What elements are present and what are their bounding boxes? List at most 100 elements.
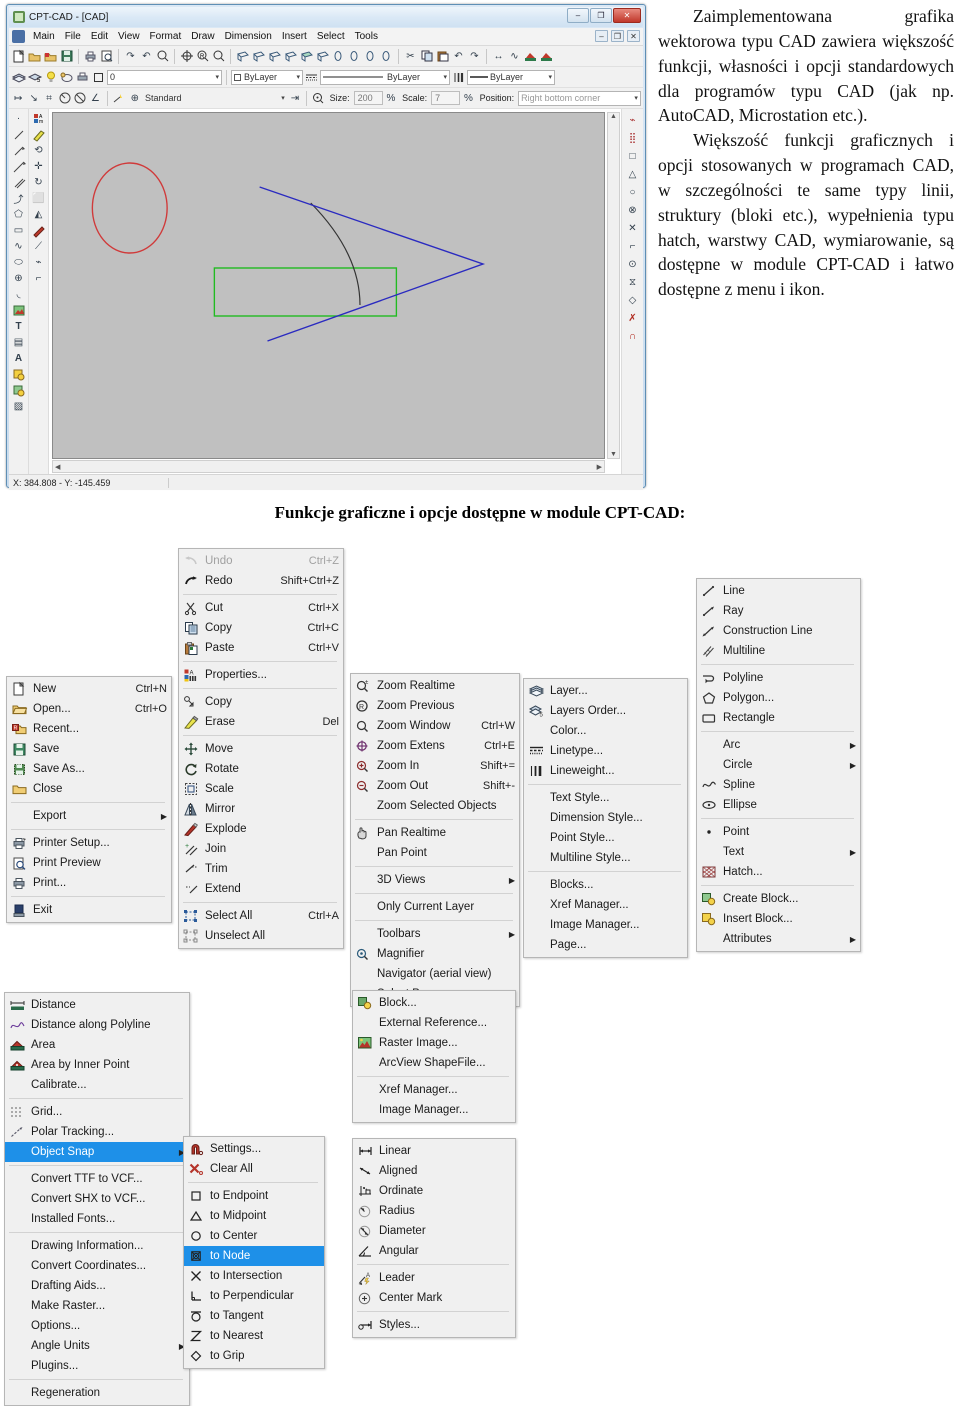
layers-order-icon[interactable]: 5 xyxy=(27,70,42,85)
menu-item-export[interactable]: Export ▶ xyxy=(7,806,171,826)
menu-view[interactable]: View xyxy=(113,29,145,44)
menu-item-to-intersection[interactable]: to Intersection xyxy=(184,1266,324,1286)
menu-item-blocks[interactable]: Blocks... xyxy=(524,875,687,895)
area-icon[interactable] xyxy=(523,49,538,64)
menu-item-point[interactable]: Point xyxy=(697,822,860,842)
menu-item-zoom-extens[interactable]: Zoom Extens Ctrl+E xyxy=(351,736,519,756)
menu-item-move[interactable]: Move xyxy=(179,739,343,759)
menu-item-rectangle[interactable]: Rectangle xyxy=(697,708,860,728)
new-file-icon[interactable] xyxy=(11,49,26,64)
menu-item-lineweight[interactable]: Lineweight... xyxy=(524,761,687,781)
menu-item-styles[interactable]: Styles... xyxy=(353,1315,515,1335)
menu-item-object-snap[interactable]: Object Snap ▶ xyxy=(5,1142,189,1162)
menu-item-print[interactable]: Print... xyxy=(7,873,171,893)
menu-item-dimension-style[interactable]: Dimension Style... xyxy=(524,808,687,828)
menu-item-options[interactable]: Options... xyxy=(5,1316,189,1336)
menu-item-magnifier[interactable]: Magnifier xyxy=(351,944,519,964)
menu-item-layer[interactable]: Layer... xyxy=(524,681,687,701)
menu-item-new[interactable]: New Ctrl+N xyxy=(7,679,171,699)
view-menu-panel[interactable]: ± Zoom Realtime R Zoom Previous Zoom Window C… xyxy=(350,673,520,1007)
snap-settings-icon[interactable]: ∩ xyxy=(625,329,640,344)
paste-icon[interactable] xyxy=(435,49,450,64)
recent-folder-icon[interactable] xyxy=(43,49,58,64)
menu-item-linetype[interactable]: Linetype... xyxy=(524,741,687,761)
rotate-icon[interactable]: ↻ xyxy=(31,175,47,190)
endpoint-icon[interactable]: □ xyxy=(625,149,640,164)
tools-menu-panel[interactable]: Distance Distance along Polyline Area Area … xyxy=(4,992,190,1406)
menu-item-extend[interactable]: Extend xyxy=(179,879,343,899)
ray-icon[interactable] xyxy=(11,143,27,158)
ellipse-arc-icon[interactable]: ⊕ xyxy=(11,271,27,286)
menu-item-join[interactable]: + Join xyxy=(179,839,343,859)
menu-item-grid[interactable]: Grid... xyxy=(5,1102,189,1122)
undo-arrow-icon[interactable]: ↶ xyxy=(451,49,466,64)
menu-item-scale[interactable]: Scale xyxy=(179,779,343,799)
menu-item-linear[interactable]: Linear xyxy=(353,1141,515,1161)
menu-item-area-by-inner-point[interactable]: Area by Inner Point xyxy=(5,1055,189,1075)
menu-file[interactable]: File xyxy=(60,29,86,44)
menu-item-text-style[interactable]: Text Style... xyxy=(524,788,687,808)
lineweight-combo[interactable]: ByLayer ▾ xyxy=(467,69,555,85)
color-combo[interactable]: ByLayer ▾ xyxy=(231,69,303,85)
menu-item-cut[interactable]: Cut Ctrl+X xyxy=(179,598,343,618)
intersection-icon[interactable]: ✕ xyxy=(625,221,640,236)
menu-item-explode[interactable]: Explode xyxy=(179,819,343,839)
menu-item-to-node[interactable]: to Node xyxy=(184,1246,324,1266)
menu-item-arc[interactable]: Arc ▶ xyxy=(697,735,860,755)
menu-select[interactable]: Select xyxy=(312,29,350,44)
properties-icon[interactable]: Am xyxy=(31,111,47,126)
save-disk-icon[interactable] xyxy=(59,49,74,64)
menu-item-copy[interactable]: Copy Ctrl+C xyxy=(179,618,343,638)
spline-icon[interactable]: ∿ xyxy=(11,239,27,254)
menu-item-image-manager[interactable]: Image Manager... xyxy=(524,915,687,935)
insert-block-icon[interactable] xyxy=(11,367,27,382)
menu-item-polygon[interactable]: Polygon... xyxy=(697,688,860,708)
drawing-canvas[interactable] xyxy=(52,112,605,459)
menu-item-diameter[interactable]: Diameter xyxy=(353,1221,515,1241)
dimension-menu-panel[interactable]: Linear Aligned Ordinate Radius Diameter Angul… xyxy=(352,1138,516,1338)
view-3d-icon-4[interactable] xyxy=(283,49,298,64)
menu-item-angle-units[interactable]: Angle Units ▶ xyxy=(5,1336,189,1356)
menu-item-convert-ttf-to-vcf[interactable]: Convert TTF to VCF... xyxy=(5,1169,189,1189)
edit-menu-panel[interactable]: Undo Ctrl+Z Redo Shift+Ctrl+Z Cut Ctrl+X Copy C… xyxy=(178,548,344,949)
raster-image-icon[interactable] xyxy=(11,303,27,318)
scroll-left-icon[interactable]: ◀ xyxy=(55,463,60,471)
angular-dim-icon[interactable]: ∠ xyxy=(88,91,102,106)
close-button[interactable]: ✕ xyxy=(613,8,641,23)
menu-item-save[interactable]: Save xyxy=(7,739,171,759)
menu-item-multiline[interactable]: Multiline xyxy=(697,641,860,661)
print-preview-icon[interactable] xyxy=(99,49,114,64)
menu-item-redo[interactable]: Redo Shift+Ctrl+Z xyxy=(179,571,343,591)
menu-insert[interactable]: Insert xyxy=(277,29,312,44)
menu-item-spline[interactable]: Spline xyxy=(697,775,860,795)
view-3d-icon-1[interactable] xyxy=(235,49,250,64)
menu-item-text[interactable]: Text ▶ xyxy=(697,842,860,862)
line-icon[interactable] xyxy=(11,127,27,142)
zoom-realtime-icon[interactable] xyxy=(211,49,226,64)
menu-item-to-center[interactable]: to Center xyxy=(184,1226,324,1246)
construction-line-icon[interactable] xyxy=(11,159,27,174)
explode-icon[interactable] xyxy=(31,223,47,238)
layer-on-bulb-icon[interactable] xyxy=(43,70,58,85)
menu-item-construction-line[interactable]: Construction Line xyxy=(697,621,860,641)
multiline-icon[interactable] xyxy=(11,175,27,190)
draw-menu-panel[interactable]: Line Ray Construction Line Multiline Polylin… xyxy=(696,578,861,952)
view-3d-icon-3[interactable] xyxy=(267,49,282,64)
menu-item-drafting-aids[interactable]: Drafting Aids... xyxy=(5,1276,189,1296)
menu-item-open[interactable]: Open... Ctrl+O xyxy=(7,699,171,719)
create-block-icon[interactable] xyxy=(11,383,27,398)
menu-item-exit[interactable]: Exit xyxy=(7,900,171,920)
menu-item-convert-shx-to-vcf[interactable]: Convert SHX to VCF... xyxy=(5,1189,189,1209)
size-field[interactable]: 200 xyxy=(353,91,383,105)
menu-item-ellipse[interactable]: Ellipse xyxy=(697,795,860,815)
insert-menu-panel[interactable]: Block... External Reference... Raster Imag… xyxy=(352,990,516,1123)
menu-item-clear-all[interactable]: Clear All xyxy=(184,1159,324,1179)
menu-item-settings[interactable]: Settings... xyxy=(184,1139,324,1159)
menu-item-create-block[interactable]: Create Block... xyxy=(697,889,860,909)
menu-item-pan-point[interactable]: Pan Point xyxy=(351,843,519,863)
scroll-right-icon[interactable]: ▶ xyxy=(597,463,602,471)
menu-item-insert-block[interactable]: Insert Block... xyxy=(697,909,860,929)
view-iso-icon-1[interactable] xyxy=(331,49,346,64)
mdi-restore-button[interactable]: ❐ xyxy=(611,30,624,42)
ordinate-dim-icon[interactable]: ⌗ xyxy=(42,91,56,106)
